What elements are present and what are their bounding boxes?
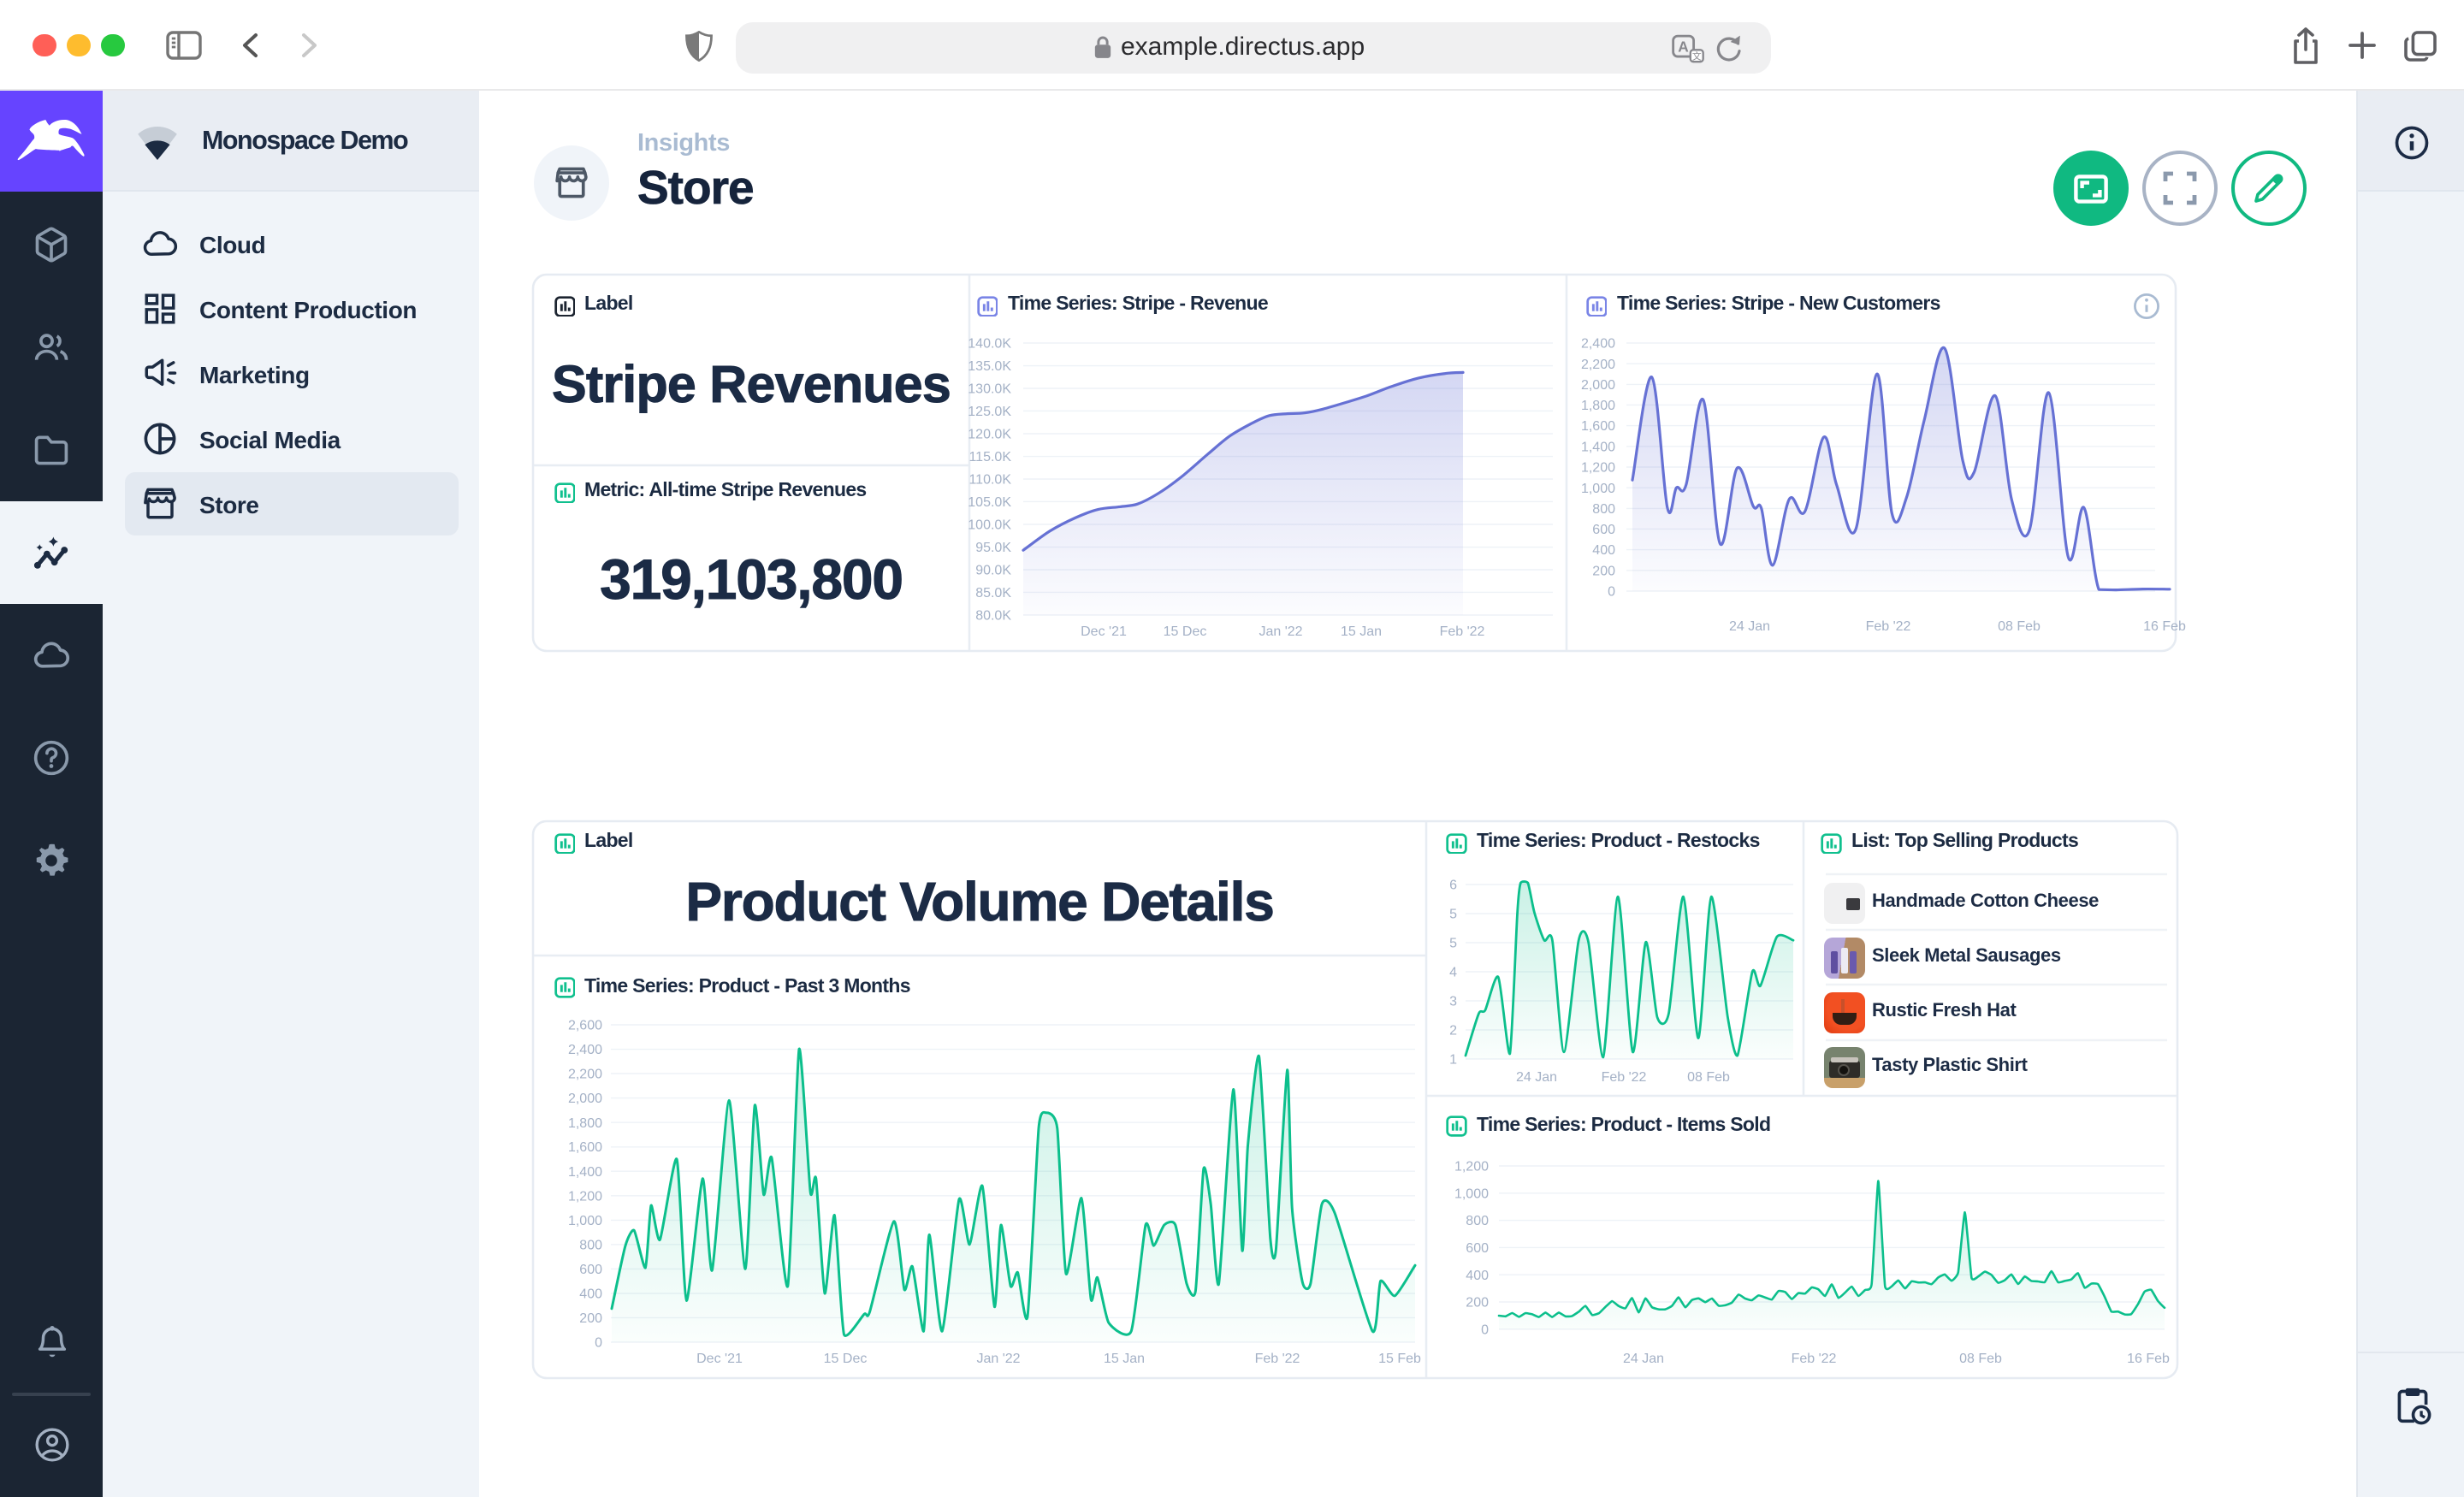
svg-text:1,200: 1,200: [1581, 461, 1615, 476]
svg-text:1,800: 1,800: [1581, 399, 1615, 413]
svg-text:200: 200: [1592, 564, 1615, 578]
svg-text:Jan '22: Jan '22: [976, 1352, 1020, 1366]
svg-text:08 Feb: 08 Feb: [1959, 1352, 2002, 1366]
svg-text:1,200: 1,200: [568, 1189, 602, 1204]
svg-text:16 Feb: 16 Feb: [2127, 1352, 2170, 1366]
svg-text:110.0K: 110.0K: [968, 473, 1011, 488]
svg-text:15 Dec: 15 Dec: [824, 1352, 868, 1366]
svg-text:1,400: 1,400: [1581, 440, 1615, 454]
svg-text:Feb '22: Feb '22: [1792, 1352, 1837, 1366]
svg-text:130.0K: 130.0K: [968, 382, 1011, 397]
svg-text:1,400: 1,400: [568, 1165, 602, 1180]
svg-text:115.0K: 115.0K: [968, 450, 1011, 464]
svg-text:Feb '22: Feb '22: [1440, 624, 1485, 639]
svg-text:2,200: 2,200: [1581, 358, 1615, 372]
svg-text:120.0K: 120.0K: [968, 428, 1011, 442]
svg-text:2,400: 2,400: [1581, 337, 1615, 352]
svg-text:5: 5: [1449, 937, 1457, 951]
svg-text:08 Feb: 08 Feb: [1687, 1070, 1730, 1085]
svg-text:400: 400: [1466, 1269, 1489, 1283]
svg-text:3: 3: [1449, 995, 1457, 1009]
svg-text:24 Jan: 24 Jan: [1623, 1352, 1664, 1366]
svg-text:1,200: 1,200: [1454, 1160, 1489, 1175]
svg-text:2: 2: [1449, 1024, 1457, 1038]
svg-text:600: 600: [579, 1263, 602, 1277]
svg-text:2,400: 2,400: [568, 1043, 602, 1057]
svg-text:4: 4: [1449, 966, 1457, 980]
svg-text:5: 5: [1449, 908, 1457, 922]
svg-text:200: 200: [1466, 1296, 1489, 1311]
svg-text:1,000: 1,000: [1454, 1186, 1489, 1201]
svg-text:1,800: 1,800: [568, 1116, 602, 1131]
svg-text:1,000: 1,000: [1581, 482, 1615, 496]
svg-text:24 Jan: 24 Jan: [1516, 1070, 1557, 1085]
svg-text:1,000: 1,000: [568, 1214, 602, 1228]
svg-text:800: 800: [1466, 1214, 1489, 1228]
svg-text:135.0K: 135.0K: [968, 359, 1011, 374]
svg-text:Feb '22: Feb '22: [1602, 1070, 1647, 1085]
svg-text:2,600: 2,600: [568, 1019, 602, 1033]
svg-text:140.0K: 140.0K: [968, 337, 1011, 352]
svg-text:95.0K: 95.0K: [975, 541, 1011, 555]
svg-text:800: 800: [579, 1238, 602, 1252]
svg-text:2,200: 2,200: [568, 1068, 602, 1082]
svg-text:6: 6: [1449, 879, 1457, 893]
svg-text:24 Jan: 24 Jan: [1729, 619, 1770, 634]
svg-text:80.0K: 80.0K: [975, 609, 1011, 624]
svg-text:1,600: 1,600: [568, 1140, 602, 1155]
svg-text:85.0K: 85.0K: [975, 586, 1011, 601]
svg-text:105.0K: 105.0K: [968, 495, 1011, 510]
svg-text:15 Dec: 15 Dec: [1164, 624, 1207, 639]
svg-text:Dec '21: Dec '21: [1081, 624, 1127, 639]
svg-text:800: 800: [1592, 502, 1615, 517]
svg-text:100.0K: 100.0K: [968, 518, 1011, 533]
svg-text:08 Feb: 08 Feb: [1998, 619, 2040, 634]
svg-text:0: 0: [1608, 585, 1615, 600]
svg-text:Feb '22: Feb '22: [1255, 1352, 1300, 1366]
svg-text:2,000: 2,000: [1581, 378, 1615, 393]
svg-text:400: 400: [579, 1287, 602, 1302]
svg-text:15 Jan: 15 Jan: [1341, 624, 1382, 639]
svg-text:15 Feb: 15 Feb: [1378, 1352, 1421, 1366]
svg-text:Jan '22: Jan '22: [1259, 624, 1302, 639]
svg-text:1,600: 1,600: [1581, 419, 1615, 434]
svg-text:2,000: 2,000: [568, 1092, 602, 1106]
svg-text:200: 200: [579, 1311, 602, 1326]
svg-text:600: 600: [1466, 1241, 1489, 1256]
svg-text:Dec '21: Dec '21: [696, 1352, 743, 1366]
svg-text:400: 400: [1592, 543, 1615, 558]
svg-text:90.0K: 90.0K: [975, 564, 1011, 578]
svg-text:Feb '22: Feb '22: [1866, 619, 1911, 634]
svg-text:16 Feb: 16 Feb: [2143, 619, 2186, 634]
svg-text:0: 0: [595, 1336, 602, 1351]
svg-text:0: 0: [1481, 1322, 1489, 1337]
svg-text:15 Jan: 15 Jan: [1104, 1352, 1145, 1366]
svg-text:600: 600: [1592, 523, 1615, 537]
svg-text:125.0K: 125.0K: [968, 405, 1011, 419]
svg-text:1: 1: [1449, 1053, 1457, 1068]
